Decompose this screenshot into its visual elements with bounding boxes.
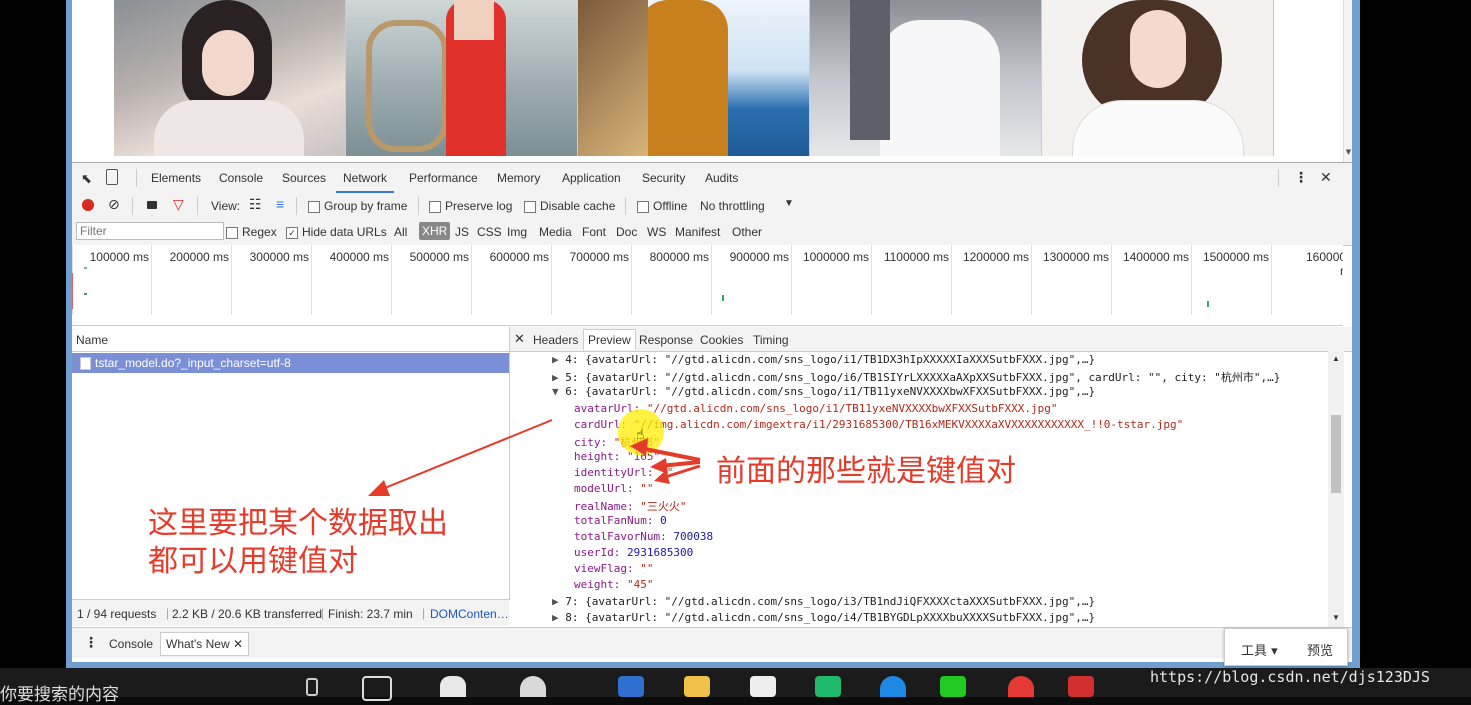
dictionary-app-icon[interactable] [1068,676,1094,697]
preview-button[interactable]: 预览 [1307,640,1333,659]
chat-app-icon[interactable] [880,676,906,697]
taskbar-search-box[interactable]: 你要搜索的内容 [0,680,119,705]
task-view-icon[interactable] [362,676,392,701]
arrowhead [630,438,648,456]
annotation-extract-line2: 都可以用键值对 [148,544,358,579]
arrow-to-keys [639,446,701,462]
pycharm-icon[interactable] [815,676,841,697]
csdn-watermark: https://blog.csdn.net/djs123DJS [1150,668,1430,686]
microphone-icon[interactable] [306,678,318,696]
editor-app-icon[interactable] [618,676,644,697]
tools-popup: 工具 ▾ 预览 [1224,628,1348,666]
annotation-overlay [368,419,701,496]
annotation-arrows [368,419,701,496]
tools-button[interactable]: 工具 ▾ [1241,640,1278,659]
app-icon[interactable] [440,676,466,697]
file-explorer-icon[interactable] [684,676,710,697]
chrome-icon[interactable] [1008,676,1034,697]
arrowhead [368,480,390,496]
annotation-key-value: 前面的那些就是键值对 [716,454,1016,489]
store-icon[interactable] [750,676,776,697]
arrow-to-request [379,419,553,491]
browser-app-icon[interactable] [520,676,546,697]
video-app-icon[interactable] [940,676,966,697]
